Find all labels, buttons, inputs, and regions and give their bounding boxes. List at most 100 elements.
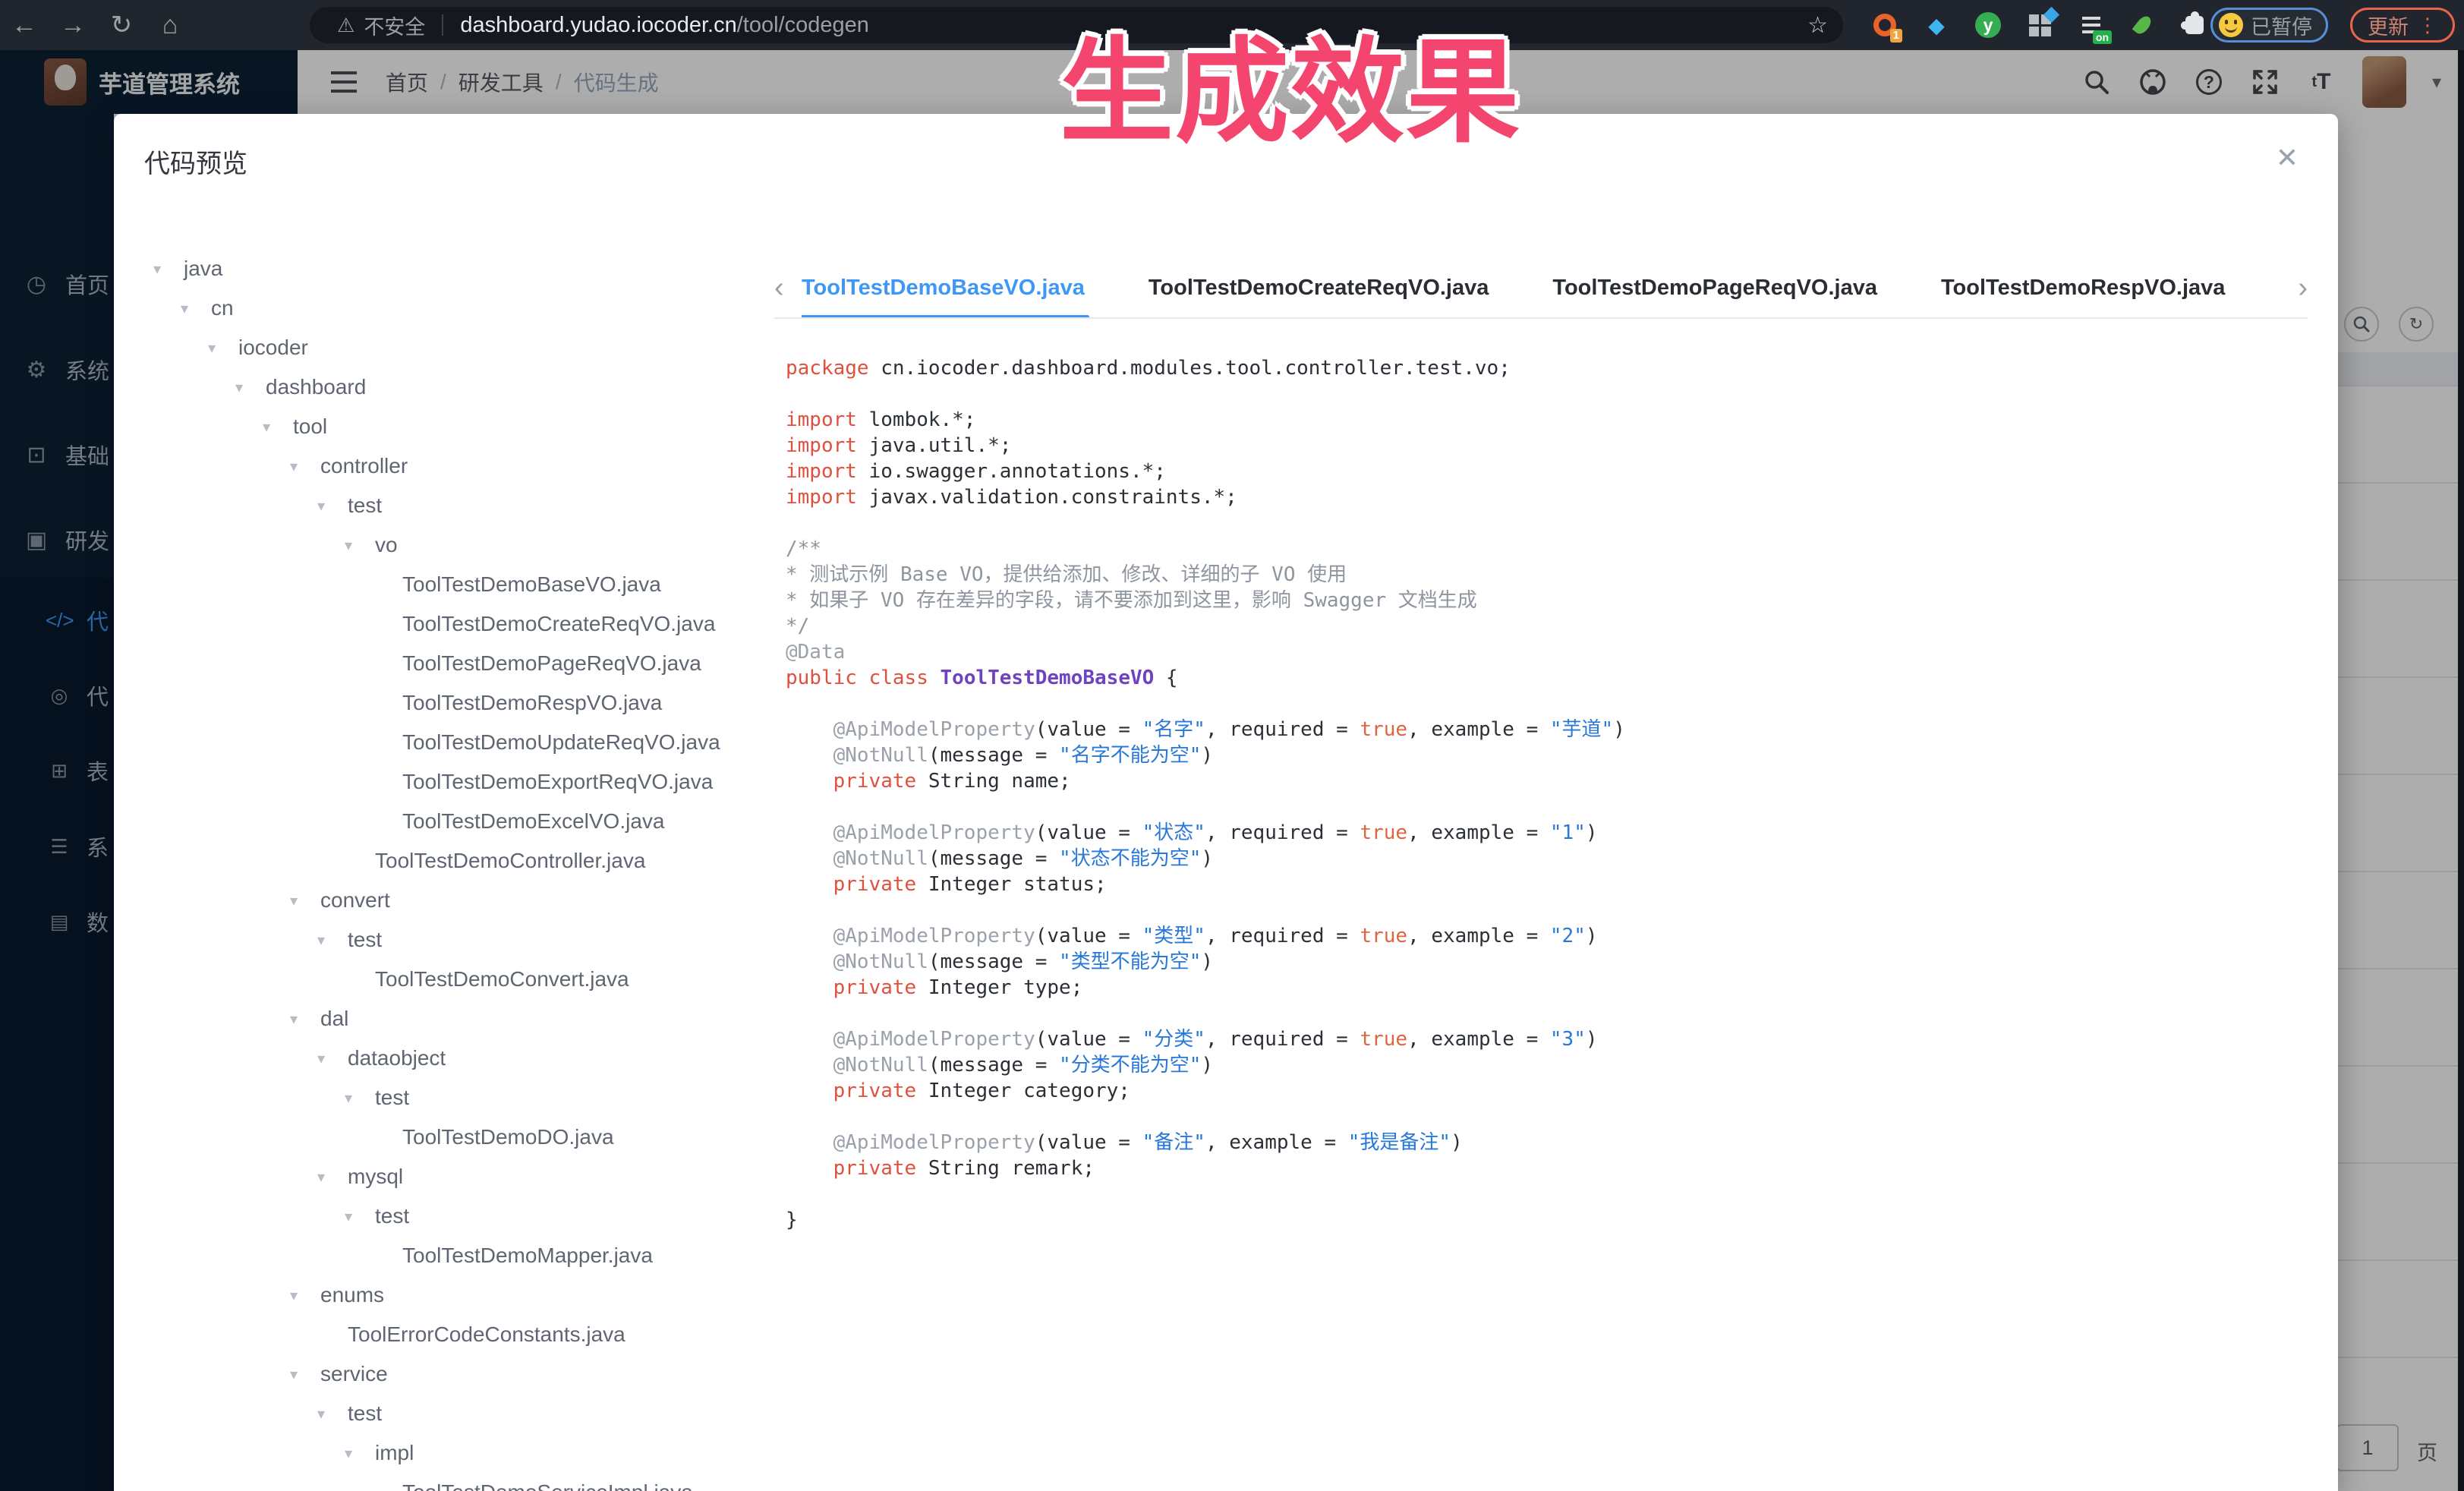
code-line (786, 1181, 2300, 1207)
tree-node-file[interactable]: ToolErrorCodeConstants.java (114, 1315, 768, 1354)
code-token: Integer category; (916, 1080, 1130, 1102)
tree-node-folder[interactable]: ▾dataobject (114, 1039, 768, 1078)
tree-node-label: ToolTestDemoMapper.java (402, 1244, 653, 1268)
close-icon[interactable]: ✕ (2276, 144, 2299, 172)
code-token: (message = (928, 847, 1059, 870)
caret-down-icon[interactable]: ▾ (342, 1444, 375, 1463)
caret-down-icon[interactable]: ▾ (287, 1286, 320, 1305)
tree-node-file[interactable]: ToolTestDemoRespVO.java (114, 683, 768, 723)
tree-node-folder[interactable]: ▾impl (114, 1433, 768, 1473)
tree-node-file[interactable]: ToolTestDemoExportReqVO.java (114, 762, 768, 802)
tree-node-file[interactable]: ToolTestDemoDO.java (114, 1117, 768, 1157)
code-token: , required = (1205, 1028, 1360, 1051)
caret-down-icon[interactable]: ▾ (205, 339, 238, 358)
bookmark-star-icon[interactable]: ☆ (1807, 12, 1828, 39)
tree-node-label: test (375, 1086, 409, 1110)
tree-node-file[interactable]: ToolTestDemoConvert.java (114, 960, 768, 999)
code-line: package cn.iocoder.dashboard.modules.too… (786, 355, 2300, 381)
tree-node-folder[interactable]: ▾vo (114, 525, 768, 565)
tree-node-folder[interactable]: ▾java (114, 249, 768, 288)
extension-list-icon[interactable]: on (2075, 9, 2107, 41)
extension-plant-icon[interactable] (2127, 9, 2159, 41)
url-host[interactable]: dashboard.yudao.iocoder.cn (460, 13, 736, 38)
extension-green-icon[interactable]: y (1972, 9, 2004, 41)
browser-home-icon[interactable]: ⌂ (146, 11, 194, 40)
tree-node-file[interactable]: ToolTestDemoCreateReqVO.java (114, 604, 768, 644)
caret-down-icon[interactable]: ▾ (287, 1365, 320, 1384)
tree-node-folder[interactable]: ▾enums (114, 1275, 768, 1315)
caret-down-icon[interactable]: ▾ (178, 299, 211, 318)
url-path[interactable]: /tool/codegen (737, 13, 869, 38)
browser-update-button[interactable]: 更新 ⋮ (2350, 8, 2455, 43)
code-token: @NotNull (833, 744, 928, 767)
tree-node-folder[interactable]: ▾test (114, 1394, 768, 1433)
extension-orange-icon[interactable]: 1 (1869, 9, 1901, 41)
caret-down-icon[interactable]: ▾ (287, 1010, 320, 1029)
caret-down-icon[interactable]: ▾ (314, 1168, 348, 1187)
tree-node-label: dal (320, 1007, 348, 1031)
tree-node-folder[interactable]: ▾dal (114, 999, 768, 1039)
code-token (786, 1028, 833, 1051)
code-line: @NotNull(message = "状态不能为空") (786, 846, 2300, 872)
not-secure-label[interactable]: 不安全 (364, 11, 425, 40)
extension-gem-icon[interactable]: ◆ (1920, 9, 1952, 41)
tree-node-file[interactable]: ToolTestDemoBaseVO.java (114, 565, 768, 604)
tree-node-file[interactable]: ToolTestDemoMapper.java (114, 1236, 768, 1275)
browser-menu-icon[interactable]: ⋮ (2418, 14, 2437, 37)
caret-down-icon[interactable]: ▾ (150, 260, 184, 279)
tree-node-folder[interactable]: ▾cn (114, 288, 768, 328)
caret-down-icon[interactable]: ▾ (342, 1089, 375, 1108)
tree-node-folder[interactable]: ▾service (114, 1354, 768, 1394)
tree-node-file[interactable]: ToolTestDemoPageReqVO.java (114, 644, 768, 683)
caret-down-icon[interactable]: ▾ (314, 496, 348, 515)
paused-extension-pill[interactable]: 已暂停 (2210, 8, 2328, 43)
extension-grid-icon[interactable] (2024, 9, 2056, 41)
caret-down-icon[interactable]: ▾ (342, 1207, 375, 1226)
code-preview-modal: 代码预览 ✕ ▾java▾cn▾iocoder▾dashboard▾tool▾c… (114, 114, 2338, 1491)
tree-node-folder[interactable]: ▾tool (114, 407, 768, 446)
caret-down-icon[interactable]: ▾ (342, 536, 375, 555)
browser-reload-icon[interactable]: ↻ (97, 10, 146, 40)
caret-down-icon[interactable]: ▾ (314, 931, 348, 950)
tree-node-folder[interactable]: ▾dashboard (114, 367, 768, 407)
code-token (786, 821, 833, 844)
extensions-puzzle-icon[interactable] (2179, 9, 2210, 41)
caret-down-icon[interactable]: ▾ (287, 891, 320, 910)
paused-label: 已暂停 (2251, 11, 2312, 40)
tab-tooltestdemopagereqvo-java[interactable]: ToolTestDemoPageReqVO.java (1552, 257, 1877, 319)
code-token: "名字" (1142, 718, 1205, 741)
tabs-prev-icon[interactable]: ‹ (774, 257, 784, 319)
tree-node-file[interactable]: ToolTestDemoServiceImpl.java (114, 1473, 768, 1491)
code-token: private (833, 873, 917, 896)
tree-node-file[interactable]: ToolTestDemoExcelVO.java (114, 802, 768, 841)
code-token: */ (786, 615, 809, 638)
tree-node-label: test (348, 928, 382, 952)
tree-node-folder[interactable]: ▾iocoder (114, 328, 768, 367)
caret-down-icon[interactable]: ▾ (314, 1404, 348, 1423)
tree-node-folder[interactable]: ▾test (114, 1196, 768, 1236)
tree-node-folder[interactable]: ▾test (114, 486, 768, 525)
tree-node-folder[interactable]: ▾convert (114, 881, 768, 920)
code-token: (message = (928, 1054, 1059, 1076)
code-line: public class ToolTestDemoBaseVO { (786, 665, 2300, 691)
caret-down-icon[interactable]: ▾ (287, 457, 320, 476)
caret-down-icon[interactable]: ▾ (232, 378, 266, 397)
tabs-next-icon[interactable]: › (2298, 257, 2308, 319)
tree-node-folder[interactable]: ▾mysql (114, 1157, 768, 1196)
caret-down-icon[interactable]: ▾ (314, 1049, 348, 1068)
extension-badge: 1 (1890, 29, 1902, 43)
tab-tooltestdemocreatereqvo-java[interactable]: ToolTestDemoCreateReqVO.java (1149, 257, 1489, 319)
tab-tooltestdemobasevo-java[interactable]: ToolTestDemoBaseVO.java (802, 257, 1085, 319)
tree-node-file[interactable]: ToolTestDemoUpdateReqVO.java (114, 723, 768, 762)
tree-node-folder[interactable]: ▾test (114, 920, 768, 960)
caret-down-icon[interactable]: ▾ (260, 418, 293, 437)
tab-tooltestdemorespvo-java[interactable]: ToolTestDemoRespVO.java (1941, 257, 2225, 319)
browser-forward-icon[interactable]: → (49, 11, 97, 40)
tree-node-folder[interactable]: ▾test (114, 1078, 768, 1117)
tree-node-file[interactable]: ToolTestDemoController.java (114, 841, 768, 881)
code-token: @NotNull (833, 1054, 928, 1076)
browser-back-icon[interactable]: ← (0, 11, 49, 40)
code-token: import (786, 460, 857, 483)
tree-node-folder[interactable]: ▾controller (114, 446, 768, 486)
tree-node-label: vo (375, 533, 398, 557)
